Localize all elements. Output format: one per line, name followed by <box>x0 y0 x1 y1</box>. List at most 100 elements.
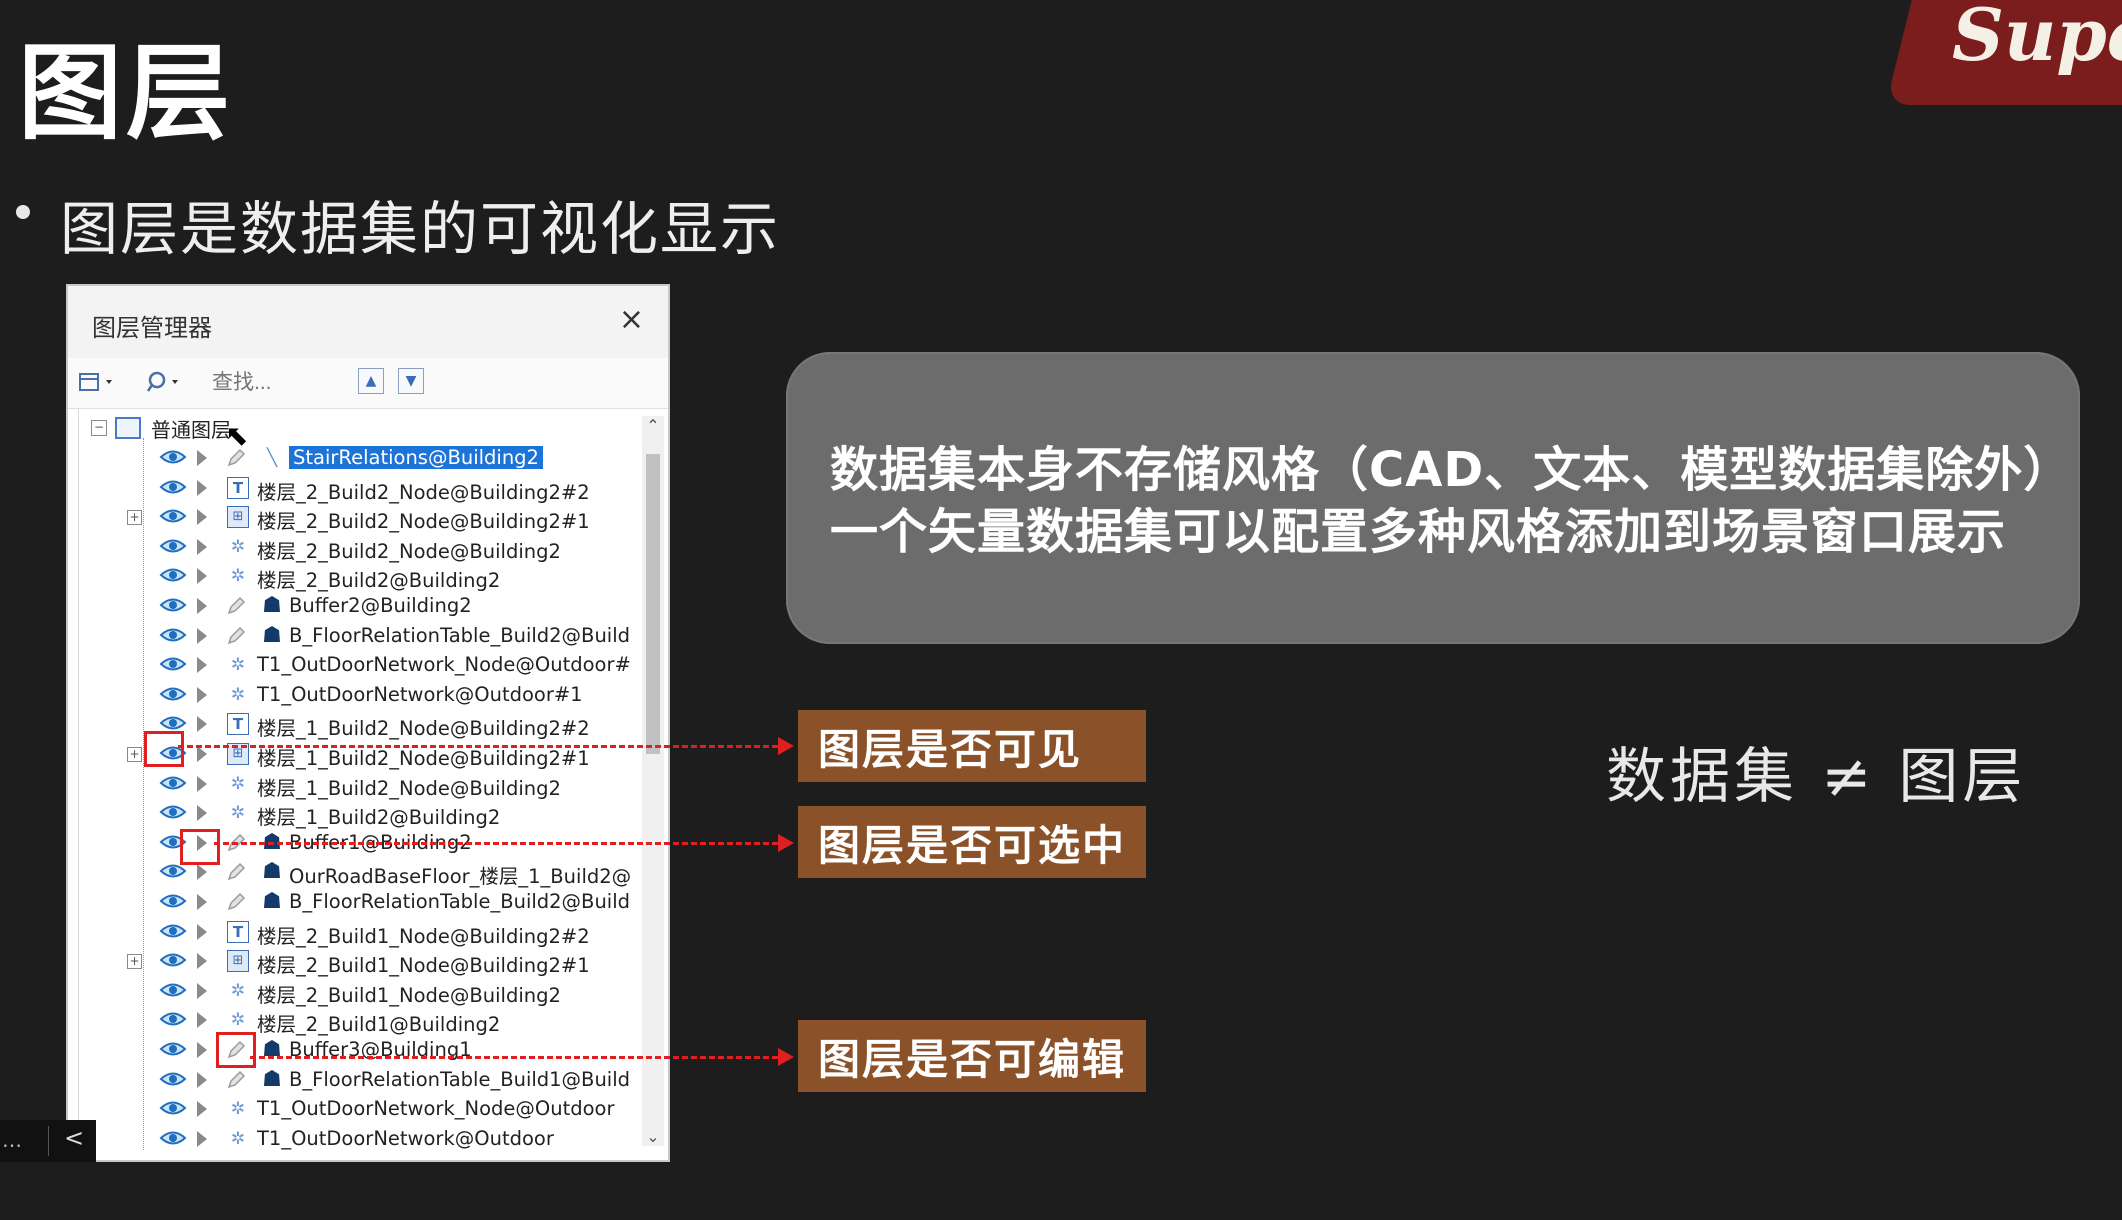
tree-root-node[interactable]: − 普通图层 ⬉ <box>91 414 248 452</box>
layer-name[interactable]: T1_OutDoorNetwork@Outdoor#1 <box>257 683 583 706</box>
expand-toggle-icon[interactable]: + <box>127 954 142 970</box>
eye-icon[interactable] <box>159 507 187 525</box>
chevron-left-icon[interactable]: < <box>64 1124 84 1152</box>
layer-row[interactable]: ☗ Buffer3@Building1 <box>79 1036 631 1065</box>
eye-icon[interactable] <box>159 922 187 940</box>
eye-icon[interactable] <box>159 448 187 466</box>
pointer-arrow-icon[interactable] <box>195 1070 213 1090</box>
pointer-arrow-icon[interactable] <box>195 892 213 912</box>
layer-name[interactable]: B_FloorRelationTable_Build1@Buildi <box>289 1068 631 1091</box>
expand-toggle-icon[interactable]: + <box>127 510 142 526</box>
layer-row[interactable]: T 楼层_2_Build1_Node@Building2#2 <box>79 918 631 949</box>
pointer-arrow-icon[interactable] <box>195 1040 213 1060</box>
pointer-arrow-icon[interactable] <box>195 685 213 705</box>
pointer-arrow-icon[interactable] <box>195 951 213 971</box>
eye-icon[interactable] <box>159 1070 187 1088</box>
eye-icon[interactable] <box>159 566 187 584</box>
eye-icon[interactable] <box>159 951 187 969</box>
layer-row[interactable]: ☗ B_FloorRelationTable_Build2@Buildi <box>79 888 631 917</box>
collapse-toggle-icon[interactable]: − <box>91 420 107 436</box>
pencil-edit-icon[interactable] <box>225 891 247 913</box>
layer-name[interactable]: 楼层_2_Build2@Building2 <box>257 564 500 593</box>
eye-icon[interactable] <box>159 537 187 555</box>
scroll-down-icon[interactable]: ⌄ <box>642 1127 664 1146</box>
pointer-arrow-icon[interactable] <box>195 981 213 1001</box>
layer-name[interactable]: 楼层_2_Build2_Node@Building2 <box>257 535 561 564</box>
eye-icon[interactable] <box>159 626 187 644</box>
eye-icon[interactable] <box>159 1040 187 1058</box>
layer-name[interactable]: 楼层_2_Build2_Node@Building2#2 <box>257 476 590 505</box>
pencil-edit-icon[interactable] <box>225 1069 247 1091</box>
eye-icon[interactable] <box>159 774 187 792</box>
pencil-edit-icon[interactable] <box>225 861 247 883</box>
pencil-edit-icon[interactable] <box>225 595 247 617</box>
layer-name[interactable]: 楼层_1_Build2@Building2 <box>257 801 500 830</box>
pointer-arrow-icon[interactable] <box>195 448 213 468</box>
layer-name[interactable]: B_FloorRelationTable_Build2@Buildi <box>289 624 631 647</box>
layer-row[interactable]: ✲ 楼层_2_Build2_Node@Building2 <box>79 533 631 564</box>
layer-name[interactable]: 楼层_1_Build2_Node@Building2#2 <box>257 712 590 741</box>
eye-icon[interactable] <box>159 981 187 999</box>
layer-name[interactable]: Buffer2@Building2 <box>289 594 472 617</box>
layer-row[interactable]: ✲ 楼层_1_Build2@Building2 <box>79 799 631 830</box>
move-up-button[interactable]: ▲ <box>358 368 384 394</box>
eye-icon[interactable] <box>159 1010 187 1028</box>
layer-row[interactable]: ✲ 楼层_2_Build1@Building2 <box>79 1006 631 1037</box>
pointer-arrow-icon[interactable] <box>195 714 213 734</box>
eye-icon[interactable] <box>159 714 187 732</box>
close-icon[interactable]: × <box>619 302 644 337</box>
scroll-thumb[interactable] <box>646 454 660 754</box>
pencil-edit-icon[interactable] <box>225 625 247 647</box>
layer-name[interactable]: 楼层_2_Build1_Node@Building2 <box>257 979 561 1008</box>
layer-name[interactable]: 楼层_2_Build1_Node@Building2#2 <box>257 920 590 949</box>
pointer-arrow-icon[interactable] <box>195 537 213 557</box>
pointer-arrow-icon[interactable] <box>195 478 213 498</box>
layer-row[interactable]: T 楼层_2_Build2_Node@Building2#2 <box>79 474 631 505</box>
layer-name[interactable]: 楼层_2_Build1@Building2 <box>257 1008 500 1037</box>
eye-icon[interactable] <box>159 862 187 880</box>
pointer-arrow-icon[interactable] <box>195 655 213 675</box>
layer-row[interactable]: ✲ T1_OutDoorNetwork@Outdoor <box>79 1125 631 1150</box>
pointer-arrow-icon[interactable] <box>195 566 213 586</box>
layer-name[interactable]: B_FloorRelationTable_Build2@Buildi <box>289 890 631 913</box>
layer-row[interactable]: ✲ 楼层_2_Build1_Node@Building2 <box>79 977 631 1008</box>
pointer-arrow-icon[interactable] <box>195 1010 213 1030</box>
layer-row[interactable]: + ⊞ 楼层_2_Build2_Node@Building2#1 <box>79 503 631 534</box>
layer-name[interactable]: OurRoadBaseFloor_楼层_1_Build2@E <box>289 860 631 889</box>
pointer-arrow-icon[interactable] <box>195 626 213 646</box>
layer-name[interactable]: T1_OutDoorNetwork_Node@Outdoor <box>257 1097 614 1120</box>
pencil-edit-icon[interactable] <box>225 447 247 469</box>
pointer-arrow-icon[interactable] <box>195 774 213 794</box>
pointer-arrow-icon[interactable] <box>195 862 213 882</box>
eye-icon[interactable] <box>159 1129 187 1147</box>
layer-name[interactable]: T1_OutDoorNetwork_Node@Outdoor#1 <box>257 653 631 676</box>
layer-row[interactable]: ✲ 楼层_1_Build2_Node@Building2 <box>79 770 631 800</box>
layer-group-dropdown-button[interactable] <box>78 368 118 396</box>
eye-icon[interactable] <box>159 478 187 496</box>
layer-row[interactable]: + ⊞ 楼层_2_Build1_Node@Building2#1 <box>79 947 631 978</box>
tree-scrollbar[interactable]: ⌃ ⌄ <box>642 416 664 1146</box>
pointer-arrow-icon[interactable] <box>195 1099 213 1119</box>
eye-icon[interactable] <box>159 655 187 673</box>
pointer-arrow-icon[interactable] <box>195 922 213 942</box>
layer-row[interactable]: ☗ B_FloorRelationTable_Build1@Buildi <box>79 1066 631 1095</box>
layer-name[interactable]: StairRelations@Building2 <box>289 446 543 469</box>
eye-icon[interactable] <box>159 685 187 703</box>
move-down-button[interactable]: ▼ <box>398 368 424 394</box>
layer-row[interactable]: ☗ B_FloorRelationTable_Build2@Buildi <box>79 622 631 651</box>
layer-name[interactable]: 楼层_2_Build1_Node@Building2#1 <box>257 949 590 978</box>
eye-icon[interactable] <box>159 803 187 821</box>
pointer-arrow-icon[interactable] <box>195 803 213 823</box>
layer-name[interactable]: 楼层_2_Build2_Node@Building2#1 <box>257 505 590 534</box>
layer-name[interactable]: T1_OutDoorNetwork@Outdoor <box>257 1127 554 1150</box>
eye-icon[interactable] <box>159 892 187 910</box>
search-input[interactable] <box>210 368 334 398</box>
layer-row[interactable]: ☗ OurRoadBaseFloor_楼层_1_Build2@E <box>79 858 631 889</box>
scroll-up-icon[interactable]: ⌃ <box>642 416 664 435</box>
layer-row[interactable]: ✲ T1_OutDoorNetwork_Node@Outdoor#1 <box>79 651 631 680</box>
eye-icon[interactable] <box>159 1099 187 1117</box>
layer-row[interactable]: ✲ T1_OutDoorNetwork_Node@Outdoor <box>79 1095 631 1124</box>
pointer-arrow-icon[interactable] <box>195 1129 213 1149</box>
search-options-button[interactable] <box>146 368 190 396</box>
expand-toggle-icon[interactable]: + <box>127 747 142 762</box>
